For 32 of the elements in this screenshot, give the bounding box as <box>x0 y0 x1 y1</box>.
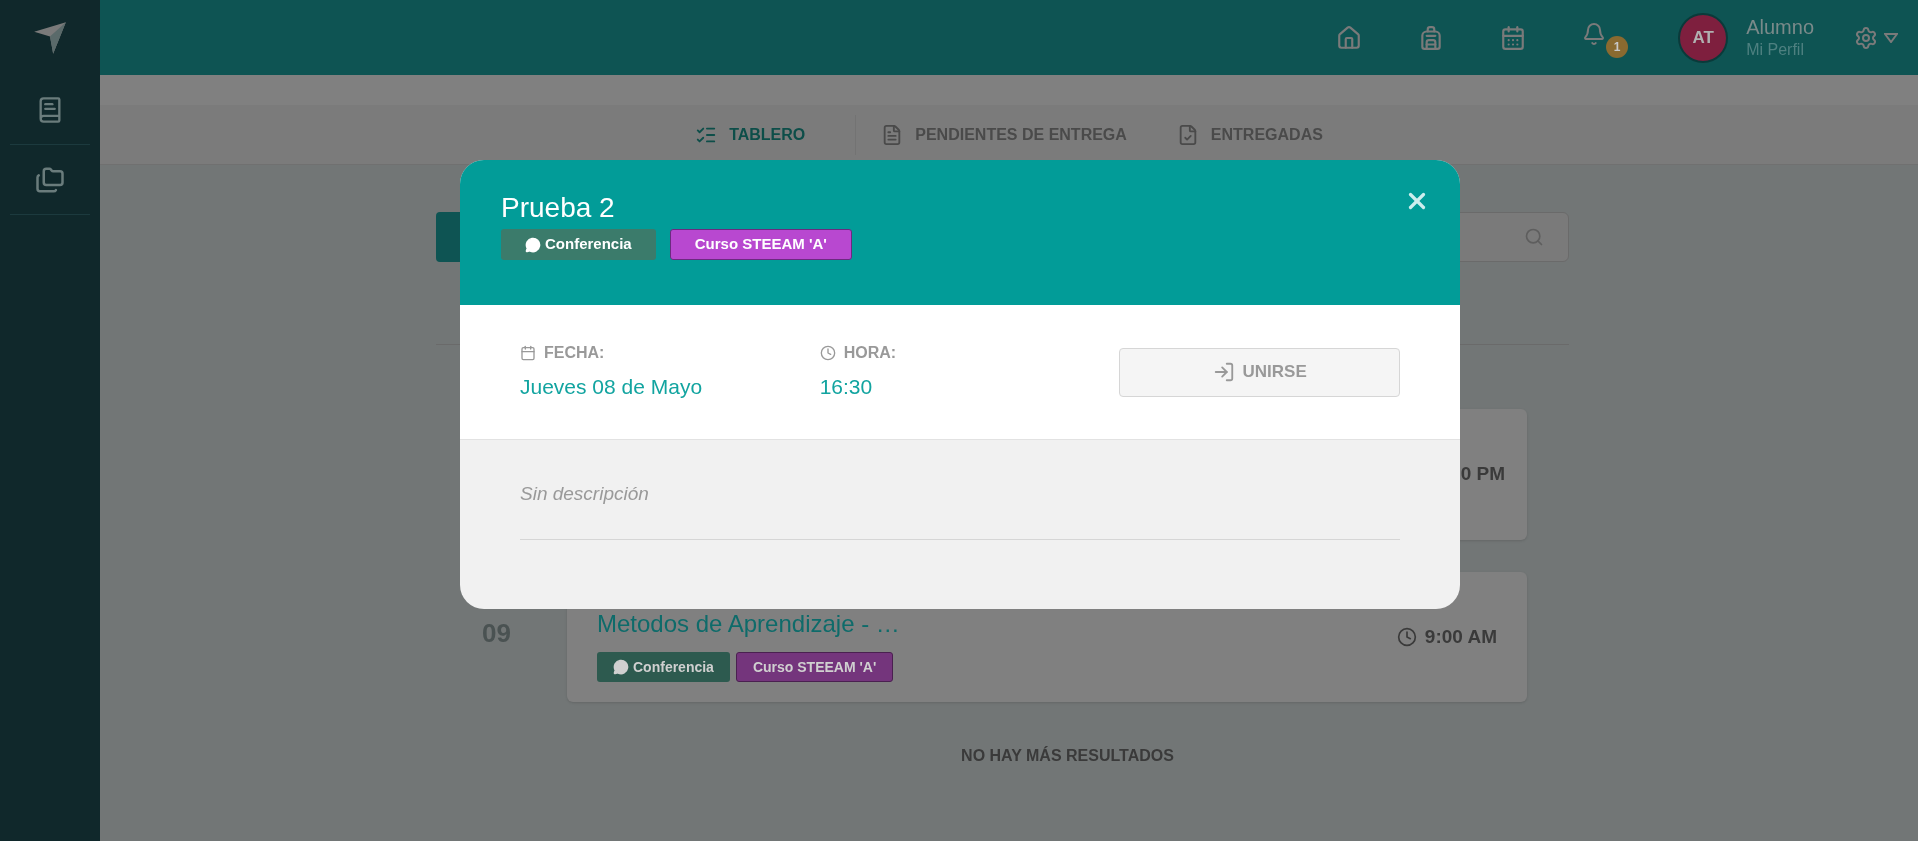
chat-icon <box>525 236 541 253</box>
calendar-icon <box>520 345 536 362</box>
tab[interactable]: TABLERO <box>670 114 857 155</box>
event-time: 0 PM <box>1460 462 1505 487</box>
event-time: 9:00 AM <box>1424 624 1497 649</box>
notification-badge: 1 <box>1606 35 1629 58</box>
join-icon <box>1212 361 1235 383</box>
time-label: HORA: <box>843 343 897 364</box>
tag-label: Conferencia <box>597 652 730 682</box>
no-more-results-text: NO HAY MÁS RESULTADOS <box>961 745 1174 766</box>
tag-label: Conferencia <box>501 229 656 260</box>
event-title[interactable]: Metodos de Aprendizaje - … <box>597 606 900 642</box>
join-button[interactable]: UNIRSE <box>1119 347 1400 397</box>
clock-icon <box>1396 627 1417 647</box>
search-icon <box>1524 227 1544 247</box>
time-value: 16:30 <box>819 374 874 401</box>
date-label: FECHA: <box>544 343 605 364</box>
bell-icon[interactable] <box>1582 21 1607 46</box>
tag-label: Curso STEEAM 'A' <box>669 229 852 260</box>
chat-icon <box>613 659 629 675</box>
description-text: Sin descripción <box>520 480 1400 540</box>
clock-icon <box>819 345 836 362</box>
user-name: Alumno <box>1746 15 1814 40</box>
tag-label: Curso STEEAM 'A' <box>735 652 894 682</box>
avatar[interactable]: AT <box>1678 12 1729 63</box>
date-value: Jueves 08 de Mayo <box>520 374 704 401</box>
caret-icon[interactable] <box>1884 32 1898 43</box>
settings-icon[interactable] <box>1854 25 1878 50</box>
profile-link[interactable]: Mi Perfil <box>1746 40 1814 60</box>
dialog-title: Prueba 2 <box>501 191 615 225</box>
home-icon[interactable] <box>1336 24 1363 51</box>
calendar-icon[interactable] <box>1500 24 1527 51</box>
